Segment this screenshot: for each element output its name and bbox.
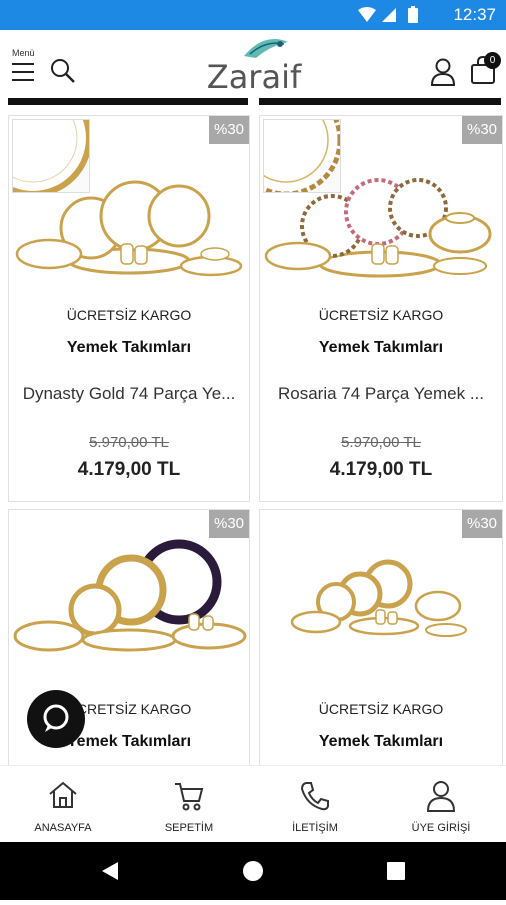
nav-cart-label: SEPETİM — [164, 822, 214, 834]
user-icon — [426, 781, 456, 812]
home-icon — [49, 781, 77, 808]
column-divider-left — [8, 98, 248, 105]
product-card[interactable]: %30 ÜCRETSİZ KARGO Yemek Takımları Dynas… — [8, 115, 250, 502]
product-name[interactable]: Rosaria 74 Parça Yemek ... — [269, 384, 493, 404]
current-price: 4.179,00 TL — [77, 459, 181, 480]
product-name[interactable]: Dynasty Gold 74 Parça Ye... — [17, 384, 241, 404]
status-icons — [356, 6, 426, 29]
nav-home-label: ANASAYFA — [34, 822, 92, 834]
recents-icon[interactable] — [387, 862, 405, 880]
zaraif-logo[interactable]: Zaraif — [204, 36, 304, 96]
product-card[interactable]: %30 ÜCRETSİZ KARGO Yemek Takımları — [259, 509, 503, 771]
logo-text: Zaraif — [206, 58, 302, 96]
chat-bubble-icon — [43, 704, 69, 732]
product-category: Yemek Takımları — [318, 733, 444, 750]
column-divider-right — [259, 98, 501, 105]
status-bar: 12:37 — [0, 0, 506, 30]
nav-contact[interactable]: İLETİŞİM — [252, 766, 378, 843]
android-navigation-bar — [0, 842, 506, 900]
account-icon[interactable] — [430, 58, 456, 91]
product-card[interactable]: %30 ÜCRETSİZ KARGO Yemek Takımları Rosar… — [259, 115, 503, 502]
home-button-icon[interactable] — [243, 861, 263, 881]
free-shipping-label: ÜCRETSİZ KARGO — [318, 701, 444, 717]
phone-icon — [300, 782, 329, 811]
nav-contact-label: İLETİŞİM — [292, 822, 338, 834]
cart-icon — [175, 783, 204, 811]
discount-badge: %30 — [462, 510, 502, 538]
app-header: Menü Zaraif 0 — [0, 30, 506, 98]
back-icon[interactable] — [102, 862, 118, 880]
menu-label: Menü — [12, 48, 35, 58]
discount-badge: %30 — [209, 510, 249, 538]
discount-badge: %30 — [462, 116, 502, 144]
bottom-navigation: ANASAYFA SEPETİM İLETİŞİM ÜYE GİRİŞİ — [0, 765, 506, 843]
product-thumbnail[interactable] — [9, 116, 92, 197]
old-price: 5.970,00 TL — [341, 434, 421, 451]
old-price: 5.970,00 TL — [89, 434, 169, 451]
discount-badge: %30 — [209, 116, 249, 144]
nav-home[interactable]: ANASAYFA — [0, 766, 126, 843]
product-thumbnail[interactable] — [260, 116, 343, 197]
nav-cart[interactable]: SEPETİM — [126, 766, 252, 843]
product-category: Yemek Takımları — [66, 339, 192, 356]
nav-login-label: ÜYE GİRİŞİ — [411, 822, 471, 834]
cart-count-badge: 0 — [484, 52, 501, 69]
nav-login[interactable]: ÜYE GİRİŞİ — [378, 766, 504, 843]
chat-button[interactable] — [27, 690, 85, 748]
current-price: 4.179,00 TL — [329, 459, 433, 480]
search-icon[interactable] — [50, 58, 76, 89]
hamburger-menu-icon[interactable] — [12, 62, 36, 87]
product-category: Yemek Takımları — [318, 339, 444, 356]
status-time: 12:37 — [453, 5, 496, 24]
free-shipping-label: ÜCRETSİZ KARGO — [318, 307, 444, 323]
free-shipping-label: ÜCRETSİZ KARGO — [66, 307, 192, 323]
